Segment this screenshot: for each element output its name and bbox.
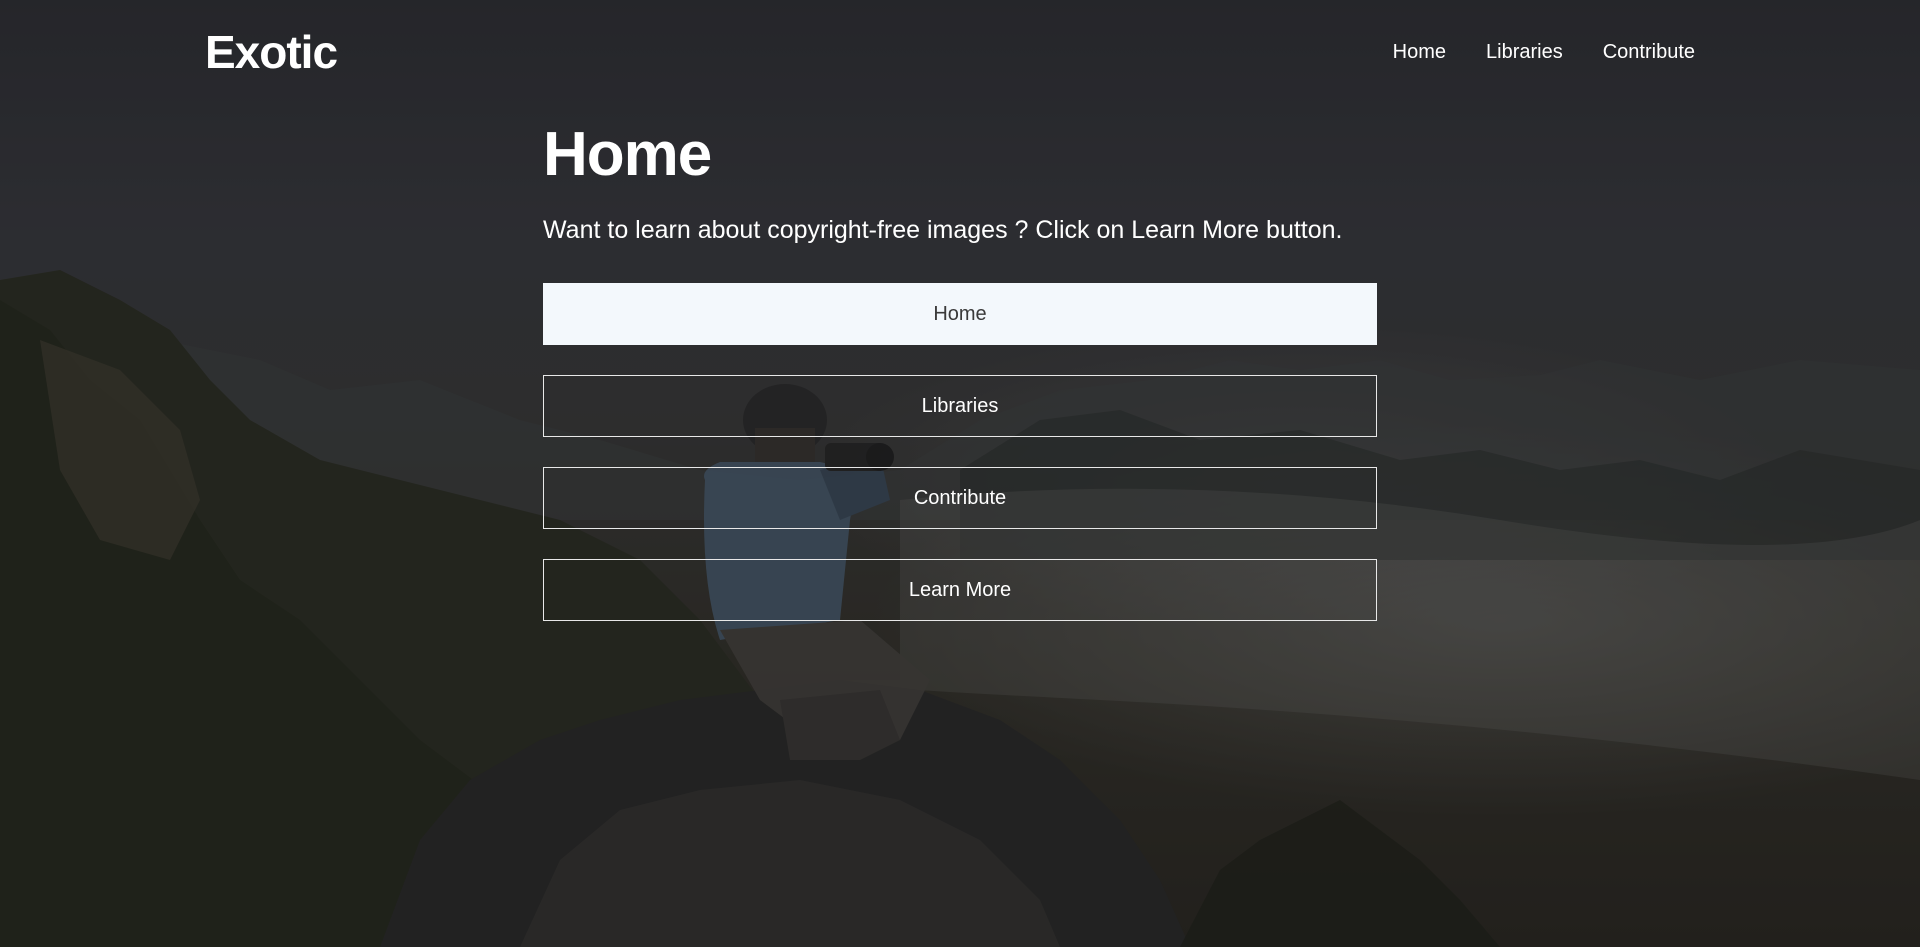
lead-text: Want to learn about copyright-free image…: [543, 216, 1343, 244]
home-button[interactable]: Home: [543, 283, 1377, 345]
button-group: Home Libraries Contribute Learn More: [543, 283, 1377, 621]
hero-section: Exotic Home Libraries Contribute Home Wa…: [0, 0, 1920, 947]
page-title: Home: [543, 120, 712, 189]
main-content: Home Want to learn about copyright-free …: [543, 115, 1377, 651]
contribute-button[interactable]: Contribute: [543, 467, 1377, 529]
brand-logo[interactable]: Exotic: [205, 25, 338, 79]
libraries-button[interactable]: Libraries: [543, 375, 1377, 437]
nav-link-libraries[interactable]: Libraries: [1486, 41, 1563, 64]
learn-more-button[interactable]: Learn More: [543, 559, 1377, 621]
navbar: Exotic Home Libraries Contribute: [205, 22, 1695, 82]
nav-link-home[interactable]: Home: [1393, 41, 1446, 64]
nav-link-contribute[interactable]: Contribute: [1603, 41, 1695, 64]
nav-links: Home Libraries Contribute: [1393, 41, 1695, 64]
